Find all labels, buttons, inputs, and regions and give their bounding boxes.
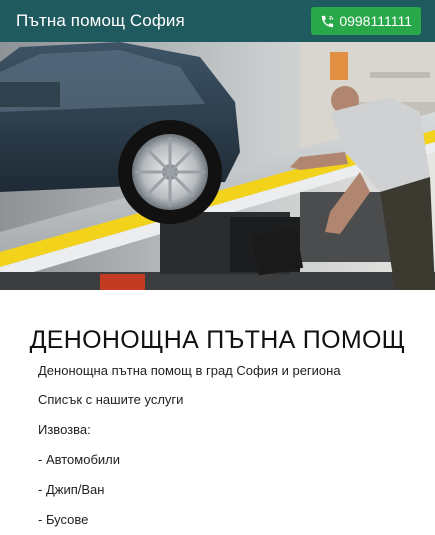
brand-title[interactable]: Пътна помощ София <box>16 11 185 31</box>
page-title: ДЕНОНОЩНА ПЪТНА ПОМОЩ <box>29 326 406 354</box>
list-item: - Автомобили <box>38 452 120 467</box>
main-content: ДЕНОНОЩНА ПЪТНА ПОМОЩ Денонощна пътна по… <box>0 290 435 535</box>
services-heading: Списък с нашите услуги <box>38 392 184 407</box>
phone-number: 0998111111 <box>339 13 412 29</box>
list-item: - Бусове <box>38 512 89 527</box>
phone-icon <box>320 14 335 29</box>
tow-truck-photo <box>0 42 435 290</box>
list-item: - Джип/Ван <box>38 482 105 497</box>
transports-label: Извозва: <box>38 422 91 437</box>
hero-image <box>0 42 435 290</box>
top-navbar: Пътна помощ София 0998111111 <box>0 0 435 42</box>
call-button[interactable]: 0998111111 <box>311 7 421 35</box>
intro-text: Денонощна пътна помощ в град София и рег… <box>38 363 341 378</box>
